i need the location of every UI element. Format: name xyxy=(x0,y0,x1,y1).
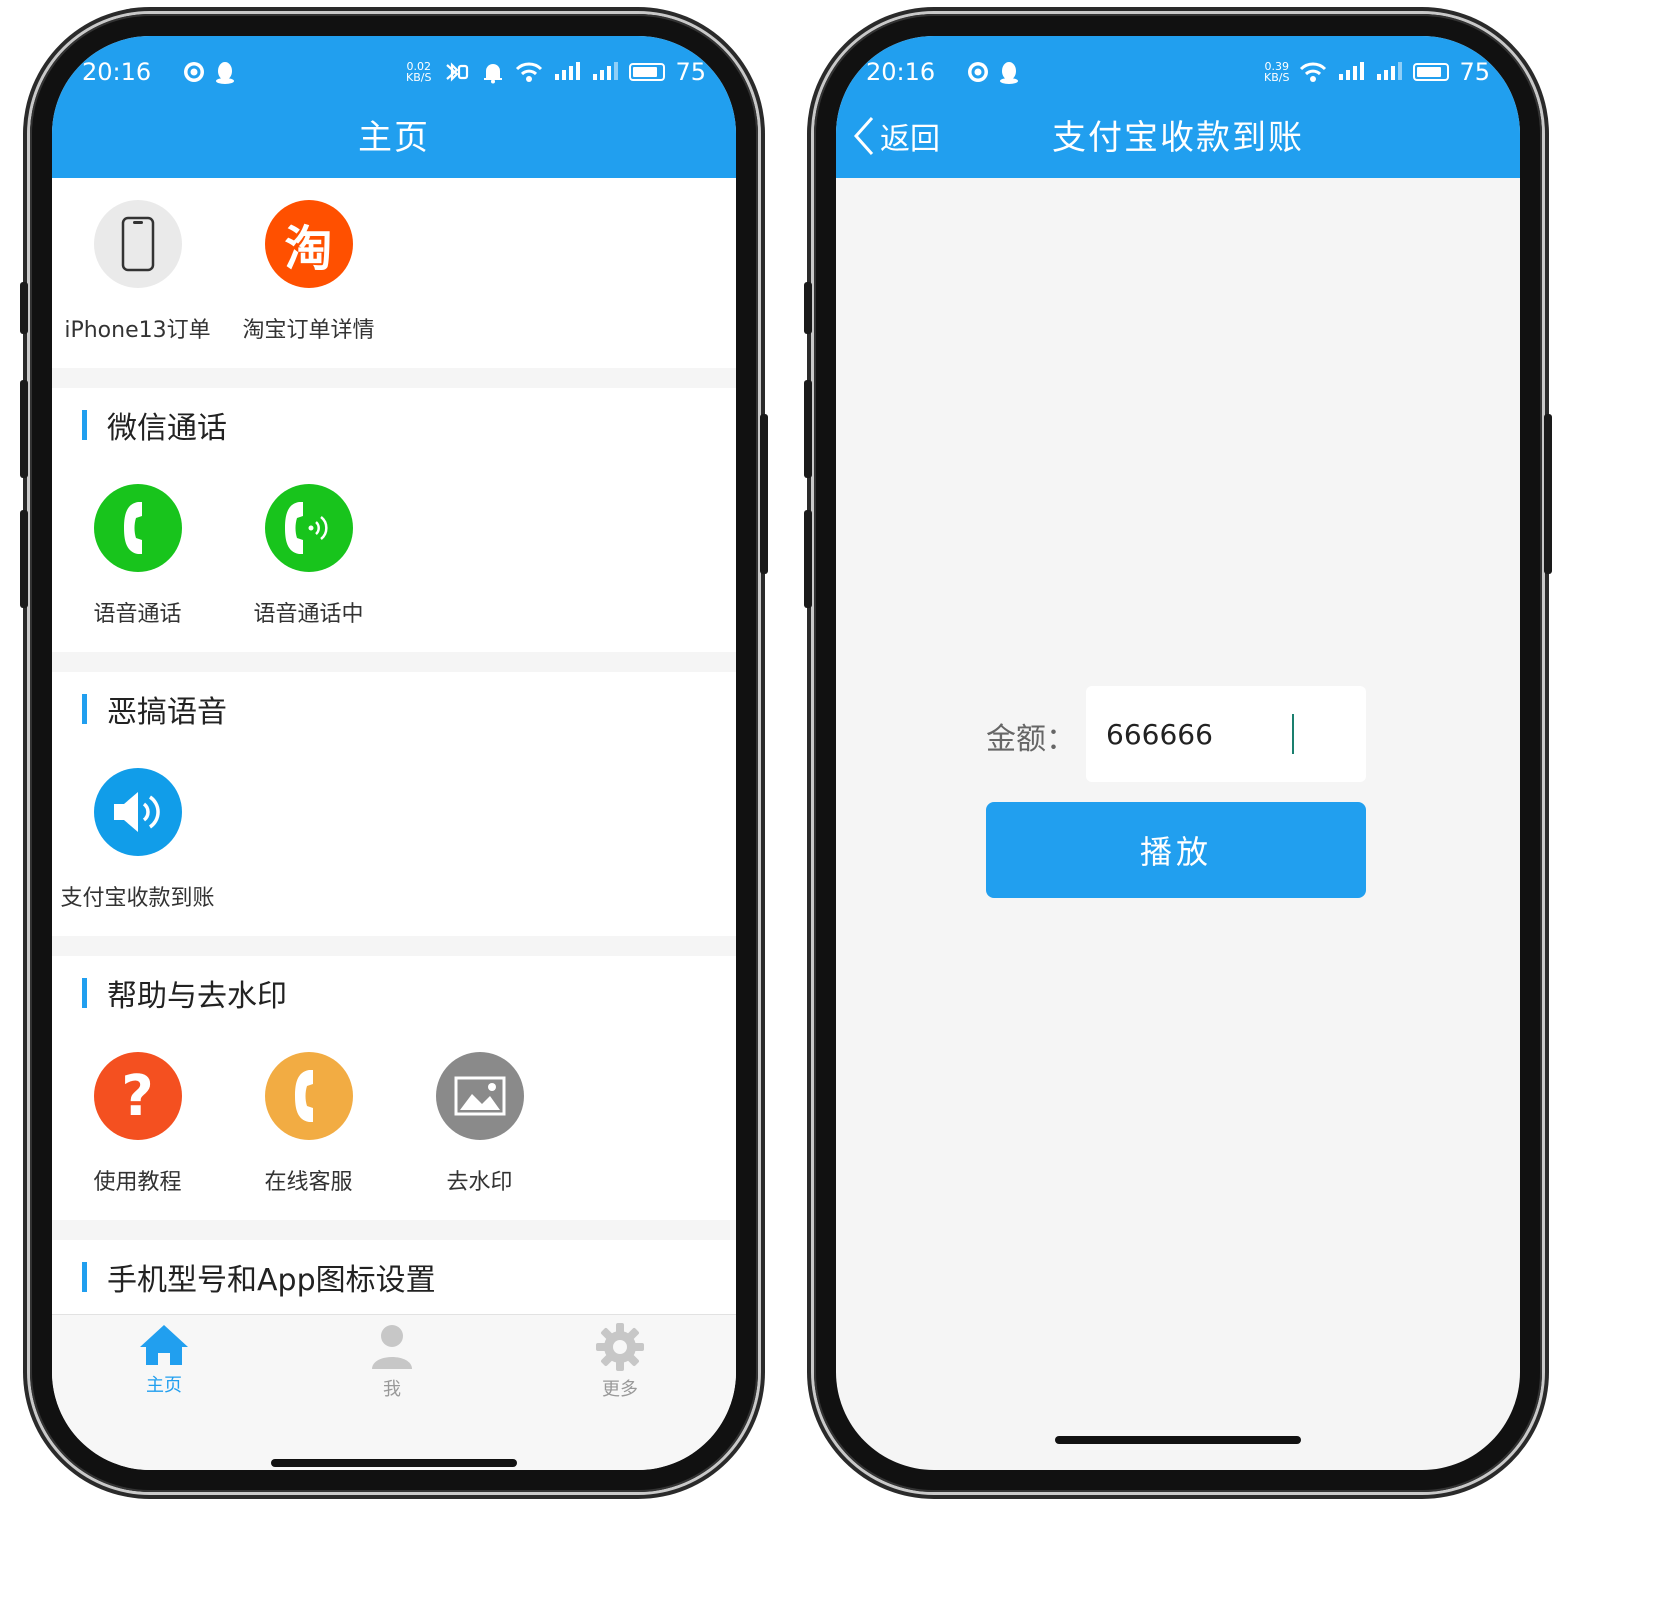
section-title: 微信通话 xyxy=(52,388,736,462)
volume-up-button xyxy=(804,380,812,478)
tile-tutorial[interactable]: ? 使用教程 xyxy=(52,1030,223,1220)
wifi-icon xyxy=(516,62,543,82)
battery-level: 75 xyxy=(675,58,706,86)
wifi-icon xyxy=(1300,62,1327,82)
home-header: 20:16 0.02 KB/S 75 主页 xyxy=(52,36,736,178)
call-active-icon xyxy=(264,484,353,572)
tile-remove-watermark[interactable]: 去水印 xyxy=(394,1030,565,1220)
section-help-watermark: 帮助与去水印 ? 使用教程 在线客服 去水印 xyxy=(52,956,736,1220)
home-icon xyxy=(140,1325,188,1365)
image-icon xyxy=(435,1052,524,1140)
section-title: 手机型号和App图标设置 xyxy=(52,1240,736,1314)
volume-up-button xyxy=(20,380,28,478)
home-screen: 20:16 0.02 KB/S 75 主页 iPhone13订单 淘 淘宝订单详… xyxy=(52,36,736,1470)
text-caret xyxy=(1292,714,1294,754)
amount-input[interactable] xyxy=(1086,686,1366,782)
sync-icon xyxy=(184,62,204,82)
signal-icon-2 xyxy=(1377,62,1403,80)
speaker-icon xyxy=(93,768,182,856)
section-prank-voice: 恶搞语音 支付宝收款到账 xyxy=(52,672,736,936)
volume-down-button xyxy=(20,510,28,608)
home-indicator xyxy=(1055,1436,1301,1444)
section-title: 帮助与去水印 xyxy=(52,956,736,1030)
battery-icon xyxy=(629,63,666,81)
tab-more[interactable]: 更多 xyxy=(560,1323,680,1401)
signal-icon xyxy=(555,62,581,80)
phone-icon xyxy=(93,200,182,288)
tab-bar: 主页 我 更多 xyxy=(52,1314,736,1470)
page-title: 主页 xyxy=(358,118,430,158)
battery-level: 75 xyxy=(1459,58,1490,86)
alipay-screen: 20:16 0.39 KB/S 75 返回 支付宝收款到账 金额： 666666… xyxy=(836,36,1520,1470)
home-indicator xyxy=(271,1459,517,1467)
mute-switch xyxy=(20,282,28,334)
home-content: iPhone13订单 淘 淘宝订单详情 微信通话 语音通话 语音通话中 恶搞语音… xyxy=(52,178,736,1470)
detail-content: 金额： 播放 xyxy=(836,178,1520,1470)
tab-me[interactable]: 我 xyxy=(332,1323,452,1401)
amount-label: 金额： xyxy=(986,722,1076,757)
play-button[interactable]: 播放 xyxy=(986,802,1366,898)
battery-icon xyxy=(1413,63,1450,81)
signal-icon-2 xyxy=(593,62,619,80)
taobao-icon: 淘 xyxy=(264,200,353,288)
amount-row: 金额： xyxy=(986,686,1366,782)
phone-frame-left: 20:16 0.02 KB/S 75 主页 iPhone13订单 淘 淘宝订单详… xyxy=(20,14,768,1492)
network-speed: 0.39 KB/S xyxy=(1264,60,1290,84)
section-wechat-call: 微信通话 语音通话 语音通话中 xyxy=(52,388,736,652)
tile-online-service[interactable]: 在线客服 xyxy=(223,1030,394,1220)
phone-frame-right: 20:16 0.39 KB/S 75 返回 支付宝收款到账 金额： 666666… xyxy=(804,14,1552,1492)
volume-down-button xyxy=(804,510,812,608)
power-button xyxy=(760,414,768,574)
alarm-icon xyxy=(484,64,503,84)
status-time: 20:16 xyxy=(866,58,936,86)
question-icon: ? xyxy=(93,1052,182,1140)
mute-switch xyxy=(804,282,812,334)
tile-alipay-received[interactable]: 支付宝收款到账 xyxy=(52,746,223,936)
status-bar: 20:16 0.02 KB/S 75 xyxy=(52,58,736,92)
tile-iphone13-order[interactable]: iPhone13订单 xyxy=(52,178,223,368)
sync-icon xyxy=(968,62,988,82)
detail-header: 20:16 0.39 KB/S 75 返回 支付宝收款到账 xyxy=(836,36,1520,178)
power-button xyxy=(1544,414,1552,574)
tile-voice-call-active[interactable]: 语音通话中 xyxy=(223,462,394,652)
qq-icon xyxy=(216,62,234,84)
page-title: 支付宝收款到账 xyxy=(1052,118,1304,158)
bluetooth-icon xyxy=(446,62,469,82)
gear-icon xyxy=(596,1323,644,1371)
tile-voice-call[interactable]: 语音通话 xyxy=(52,462,223,652)
top-shortcuts: iPhone13订单 淘 淘宝订单详情 xyxy=(52,178,736,368)
tab-home[interactable]: 主页 xyxy=(104,1323,224,1397)
tile-taobao-order-detail[interactable]: 淘 淘宝订单详情 xyxy=(223,178,394,368)
network-speed: 0.02 KB/S xyxy=(406,60,432,84)
status-bar: 20:16 0.39 KB/S 75 xyxy=(836,58,1520,92)
section-phone-model-settings[interactable]: 手机型号和App图标设置 xyxy=(52,1240,736,1314)
section-title: 恶搞语音 xyxy=(52,672,736,746)
headset-call-icon xyxy=(264,1052,353,1140)
call-icon xyxy=(93,484,182,572)
qq-icon xyxy=(1000,62,1018,84)
status-time: 20:16 xyxy=(82,58,152,86)
signal-icon xyxy=(1339,62,1365,80)
user-icon xyxy=(372,1325,412,1369)
